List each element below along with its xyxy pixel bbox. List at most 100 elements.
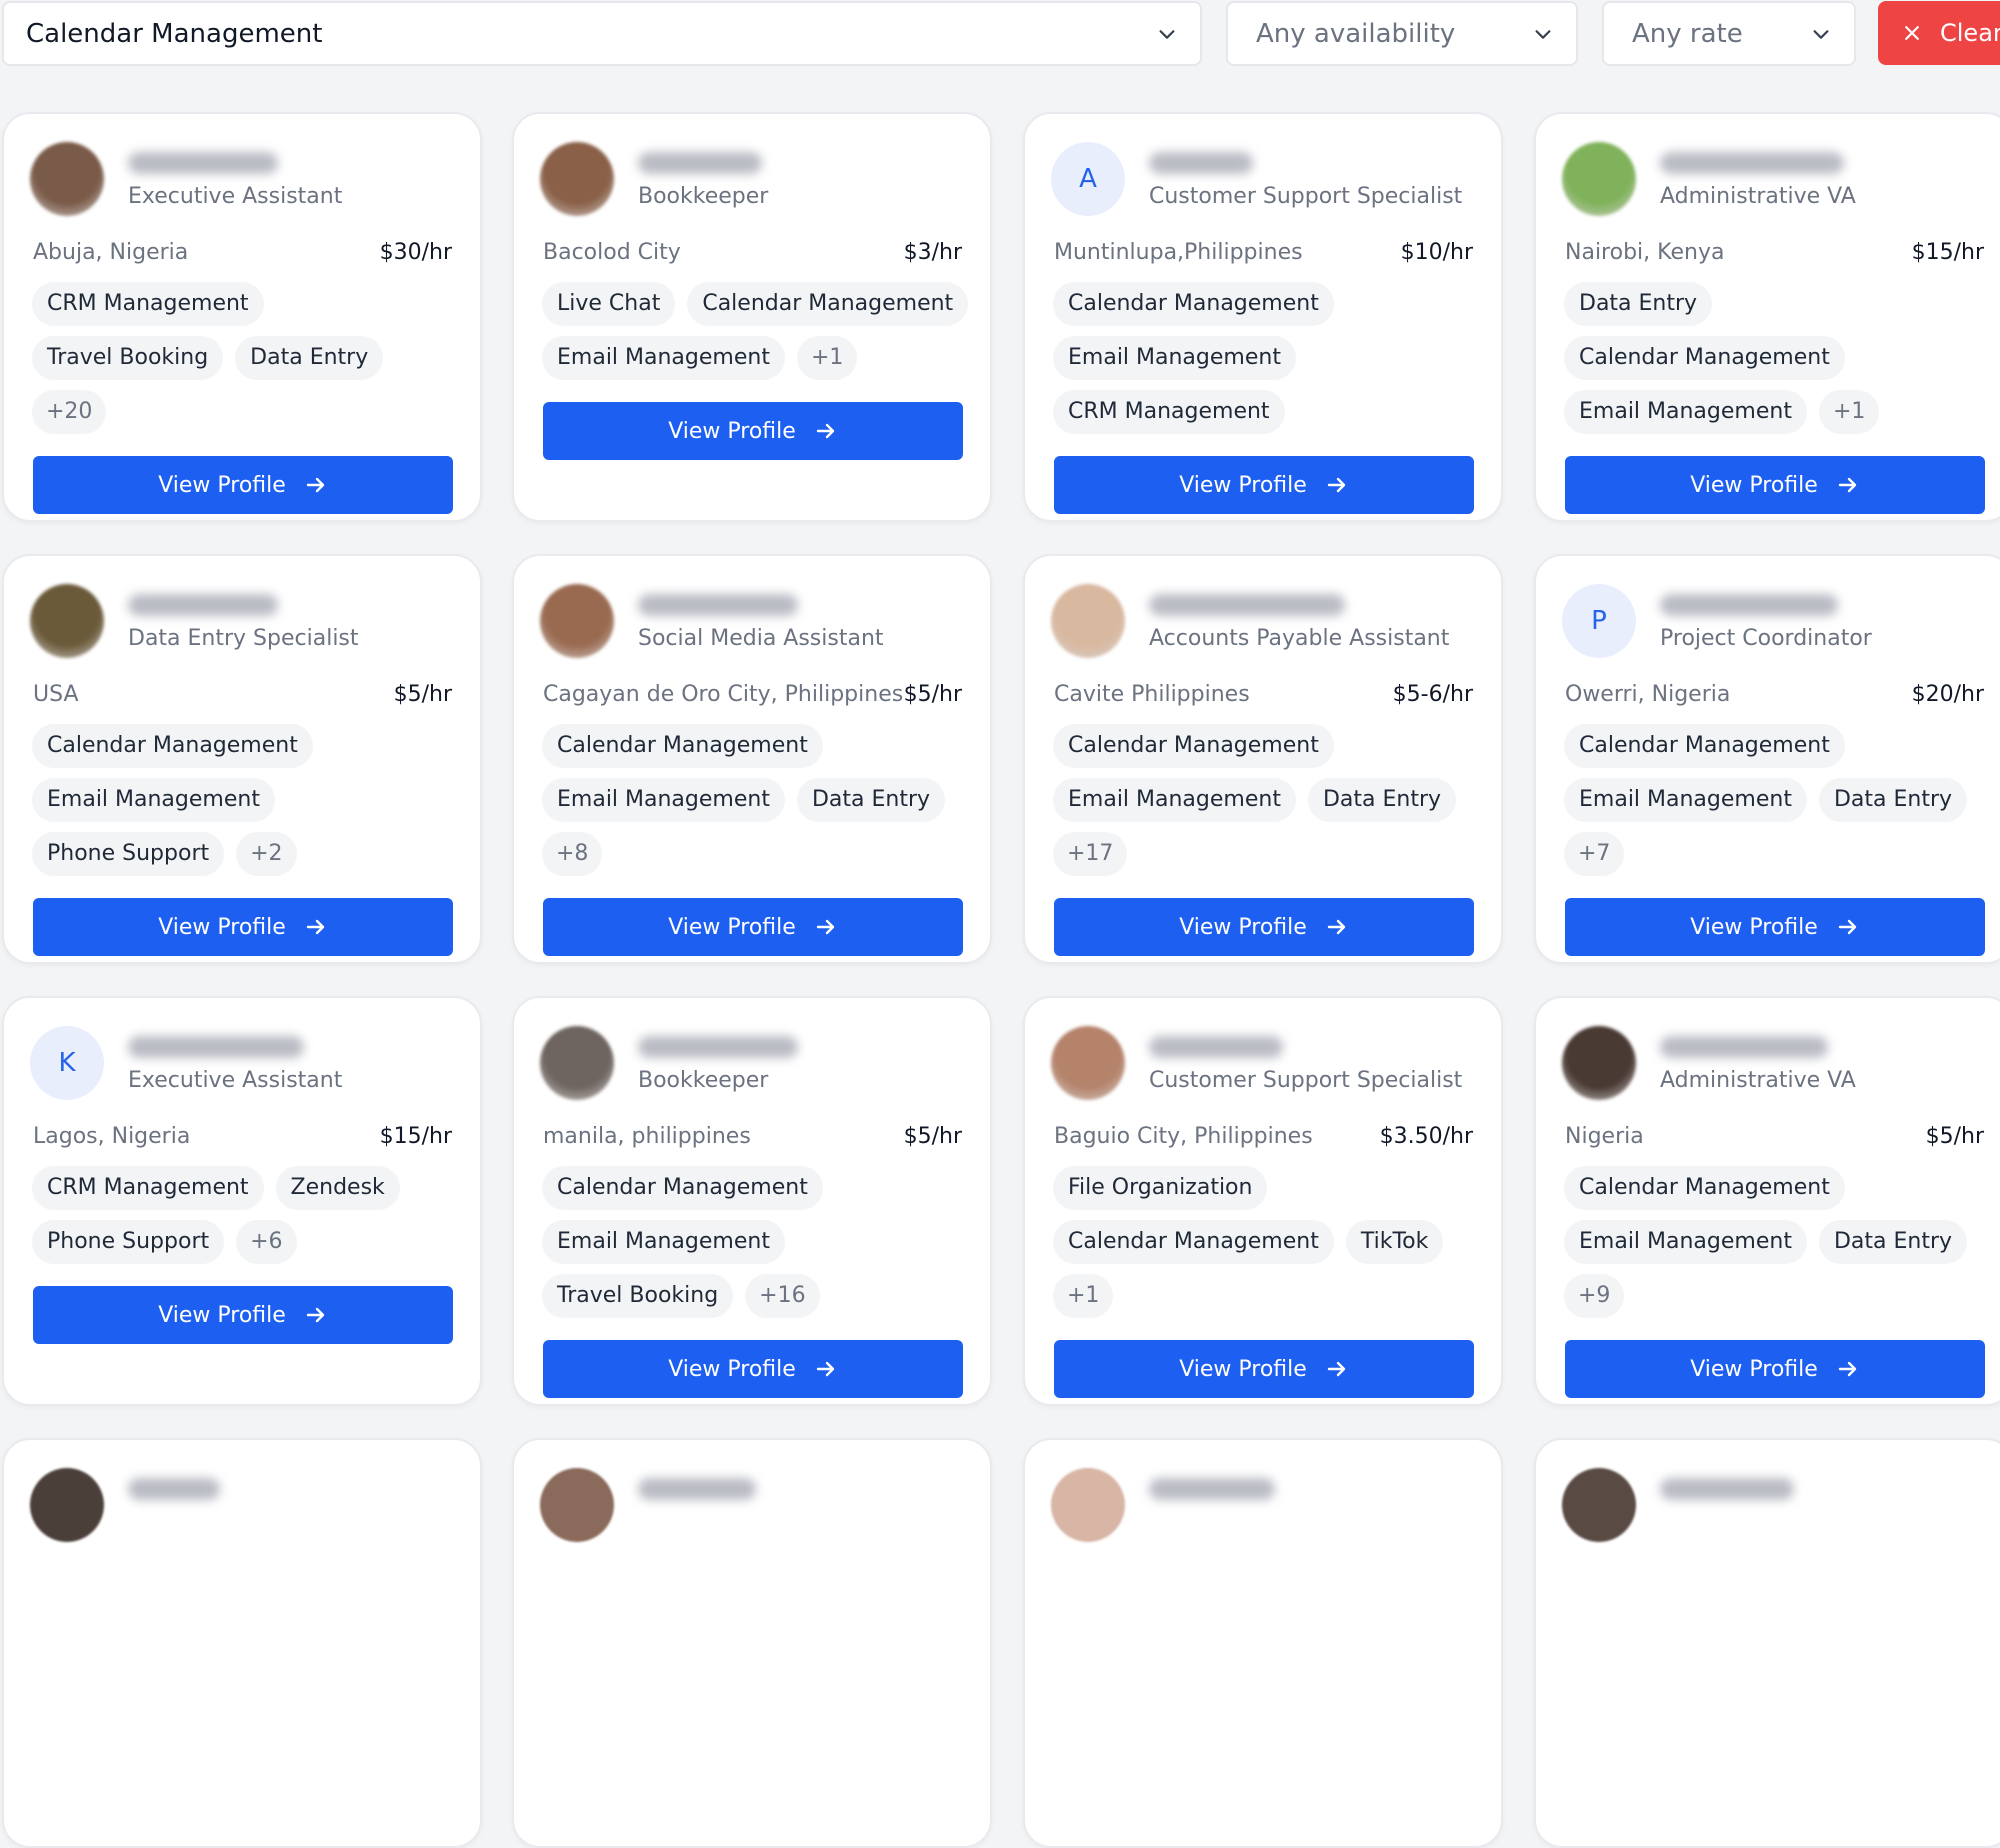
skill-tag: Calendar Management xyxy=(32,724,313,768)
avatar xyxy=(1562,142,1636,216)
profile-card: Bookkeeper manila, philippines $5/hr Calend… xyxy=(512,996,992,1406)
view-profile-label: View Profile xyxy=(1690,472,1818,498)
availability-filter-select[interactable]: Any availability xyxy=(1226,1,1578,66)
skill-tag: Phone Support xyxy=(32,832,225,876)
view-profile-button[interactable]: View Profile xyxy=(1565,456,1985,514)
skill-tag: Email Management xyxy=(1564,778,1807,822)
job-title: Customer Support Specialist xyxy=(1149,184,1463,209)
skill-tag: Calendar Management xyxy=(1053,1220,1334,1264)
view-profile-label: View Profile xyxy=(158,914,286,940)
skill-tag: Data Entry xyxy=(1307,778,1457,822)
skill-tag: Calendar Management xyxy=(1053,724,1334,768)
more-skills-badge: +2 xyxy=(236,832,297,876)
hourly-rate: $5/hr xyxy=(903,1124,962,1149)
name-redacted xyxy=(1660,1036,1828,1058)
name-redacted xyxy=(638,594,798,616)
avatar xyxy=(540,584,614,658)
view-profile-label: View Profile xyxy=(158,472,286,498)
name-redacted xyxy=(1149,1478,1275,1500)
more-skills-badge: +7 xyxy=(1564,832,1625,876)
arrow-right-icon xyxy=(306,919,324,935)
view-profile-button[interactable]: View Profile xyxy=(1054,898,1474,956)
view-profile-button[interactable]: View Profile xyxy=(1054,1340,1474,1398)
name-redacted xyxy=(128,1036,304,1058)
chevron-down-icon xyxy=(1535,29,1551,39)
name-redacted xyxy=(638,152,762,174)
view-profile-label: View Profile xyxy=(1690,914,1818,940)
profile-card: Social Media Assistant Cagayan de Oro Cit… xyxy=(512,554,992,964)
avatar xyxy=(1562,1468,1636,1542)
view-profile-button[interactable]: View Profile xyxy=(543,402,963,460)
view-profile-button[interactable]: View Profile xyxy=(1565,1340,1985,1398)
skill-tags: Calendar Management Email Management Trave… xyxy=(542,1166,972,1318)
avatar xyxy=(540,1468,614,1542)
view-profile-label: View Profile xyxy=(1179,1356,1307,1382)
skill-tag: TikTok xyxy=(1345,1220,1444,1264)
view-profile-button[interactable]: View Profile xyxy=(543,898,963,956)
view-profile-button[interactable]: View Profile xyxy=(1565,898,1985,956)
skill-tag: Phone Support xyxy=(32,1220,225,1264)
location: Cavite Philippines xyxy=(1054,682,1250,707)
avatar-initial: A xyxy=(1051,142,1125,216)
avatar xyxy=(1051,1468,1125,1542)
arrow-right-icon xyxy=(816,423,834,439)
profile-card: Administrative VA Nairobi, Kenya $15/hr Dat… xyxy=(1534,112,2000,522)
more-skills-badge: +16 xyxy=(745,1274,820,1318)
job-title: Social Media Assistant xyxy=(638,626,884,651)
location: Owerri, Nigeria xyxy=(1565,682,1731,707)
name-redacted xyxy=(128,1478,220,1500)
avatar xyxy=(1562,1026,1636,1100)
skill-filter-select[interactable]: Calendar Management xyxy=(2,1,1202,66)
close-icon xyxy=(1905,26,1919,40)
skill-tag: Calendar Management xyxy=(687,282,969,326)
location: Lagos, Nigeria xyxy=(33,1124,191,1149)
name-redacted xyxy=(1149,594,1345,616)
rate-filter-select[interactable]: Any rate xyxy=(1602,1,1856,66)
avatar xyxy=(540,1026,614,1100)
view-profile-button[interactable]: View Profile xyxy=(33,898,453,956)
rate-filter-value: Any rate xyxy=(1632,18,1743,49)
more-skills-badge: +9 xyxy=(1564,1274,1625,1318)
skill-tags: Data Entry Calendar Management Email Manag… xyxy=(1564,282,1994,434)
skill-tag: Calendar Management xyxy=(542,724,823,768)
hourly-rate: $20/hr xyxy=(1911,682,1984,707)
hourly-rate: $3/hr xyxy=(903,240,962,265)
hourly-rate: $5/hr xyxy=(1925,1124,1984,1149)
skill-tags: Calendar Management Email Management Phone… xyxy=(32,724,462,876)
arrow-right-icon xyxy=(1327,1361,1345,1377)
profile-card: Data Entry Specialist USA $5/hr Calendar Ma… xyxy=(2,554,482,964)
view-profile-button[interactable]: View Profile xyxy=(1054,456,1474,514)
view-profile-button[interactable]: View Profile xyxy=(543,1340,963,1398)
arrow-right-icon xyxy=(306,477,324,493)
job-title: Executive Assistant xyxy=(128,184,343,209)
avatar xyxy=(540,142,614,216)
skill-tags: Live Chat Calendar Management Email Manage… xyxy=(542,282,972,380)
skill-tag: Zendesk xyxy=(275,1166,400,1210)
filter-bar: Calendar Management Any availability Any… xyxy=(0,0,2000,70)
arrow-right-icon xyxy=(1838,919,1856,935)
profile-card: Accounts Payable Assistant Cavite Philipp… xyxy=(1023,554,1503,964)
arrow-right-icon xyxy=(1838,1361,1856,1377)
location: USA xyxy=(33,682,79,707)
skill-tag: File Organization xyxy=(1053,1166,1268,1210)
arrow-right-icon xyxy=(816,1361,834,1377)
name-redacted xyxy=(1149,152,1253,174)
clear-filters-button[interactable]: Clear xyxy=(1878,1,2000,65)
arrow-right-icon xyxy=(816,919,834,935)
view-profile-label: View Profile xyxy=(668,914,796,940)
avatar xyxy=(1051,584,1125,658)
hourly-rate: $3.50/hr xyxy=(1379,1124,1473,1149)
view-profile-label: View Profile xyxy=(158,1302,286,1328)
profile-card: Customer Support Specialist Baguio City, … xyxy=(1023,996,1503,1406)
name-redacted xyxy=(1660,152,1844,174)
view-profile-button[interactable]: View Profile xyxy=(33,1286,453,1344)
arrow-right-icon xyxy=(1838,477,1856,493)
profile-card: Bookkeeper Bacolod City $3/hr Live Chat Cale… xyxy=(512,112,992,522)
view-profile-button[interactable]: View Profile xyxy=(33,456,453,514)
location: Cagayan de Oro City, Philippines xyxy=(543,682,904,707)
skill-tag: Email Management xyxy=(1564,390,1807,434)
arrow-right-icon xyxy=(1327,477,1345,493)
location: Muntinlupa,Philippines xyxy=(1054,240,1303,265)
more-skills-badge: +17 xyxy=(1053,832,1128,876)
avatar-initial: K xyxy=(30,1026,104,1100)
